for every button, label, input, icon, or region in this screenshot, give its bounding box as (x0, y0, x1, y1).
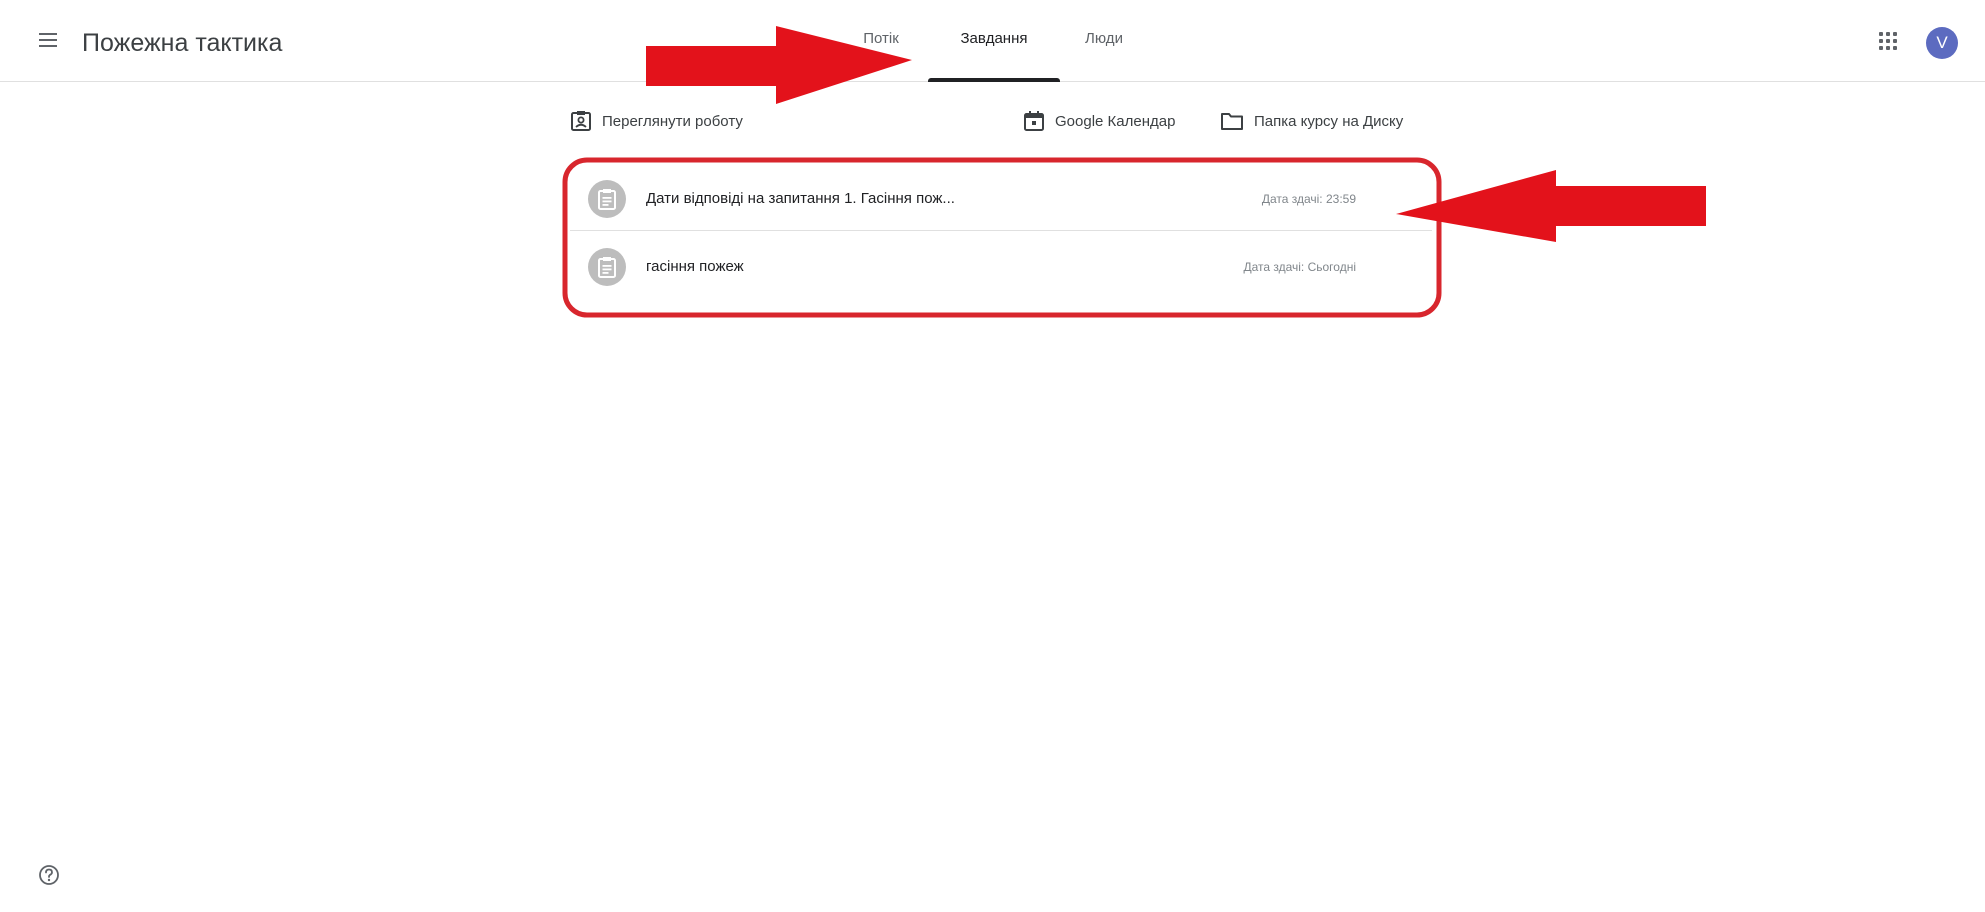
assignment-icon (588, 248, 626, 286)
active-tab-indicator (928, 78, 1060, 82)
view-work-button[interactable]: Переглянути роботу (570, 108, 743, 134)
drive-folder-label: Папка курсу на Диску (1254, 112, 1404, 130)
tab-classwork-label: Завдання (960, 30, 1028, 47)
folder-icon (1221, 113, 1243, 130)
calendar-icon (1024, 111, 1044, 131)
assignment-title: Дати відповіді на запитання 1. Гасіння п… (646, 190, 955, 207)
drive-folder-button[interactable]: Папка курсу на Диску (1220, 108, 1403, 134)
view-work-label: Переглянути роботу (602, 112, 743, 130)
classroom-page: Пожежна тактика Потік Завдання Люди V Пе… (0, 0, 1985, 912)
tab-stream[interactable]: Потік (846, 30, 916, 82)
assignment-item[interactable]: гасіння пожеж Дата здачі: Сьогодні (570, 236, 1432, 298)
apps-grid-icon[interactable] (1879, 32, 1899, 52)
tab-people-label: Люди (1085, 30, 1123, 47)
assignment-due-date: Дата здачі: 23:59 (1261, 192, 1356, 206)
menu-icon[interactable] (36, 28, 60, 52)
assignment-title: гасіння пожеж (646, 258, 744, 275)
class-title[interactable]: Пожежна тактика (82, 28, 282, 58)
top-bar: Пожежна тактика Потік Завдання Люди V (0, 0, 1985, 82)
google-calendar-label: Google Календар (1055, 112, 1176, 130)
assignment-due-date: Дата здачі: Сьогодні (1243, 260, 1356, 274)
assignment-item[interactable]: Дати відповіді на запитання 1. Гасіння п… (570, 168, 1432, 231)
tab-stream-label: Потік (863, 30, 899, 47)
tab-people[interactable]: Люди (1072, 30, 1136, 82)
google-calendar-button[interactable]: Google Календар (1023, 108, 1175, 134)
assignment-icon (588, 180, 626, 218)
help-icon[interactable] (38, 864, 60, 886)
view-work-icon (571, 111, 591, 131)
annotation-overlay (562, 26, 1706, 318)
tab-classwork[interactable]: Завдання (928, 30, 1060, 82)
avatar[interactable]: V (1926, 27, 1958, 59)
annotation-arrow-left (1396, 170, 1706, 242)
